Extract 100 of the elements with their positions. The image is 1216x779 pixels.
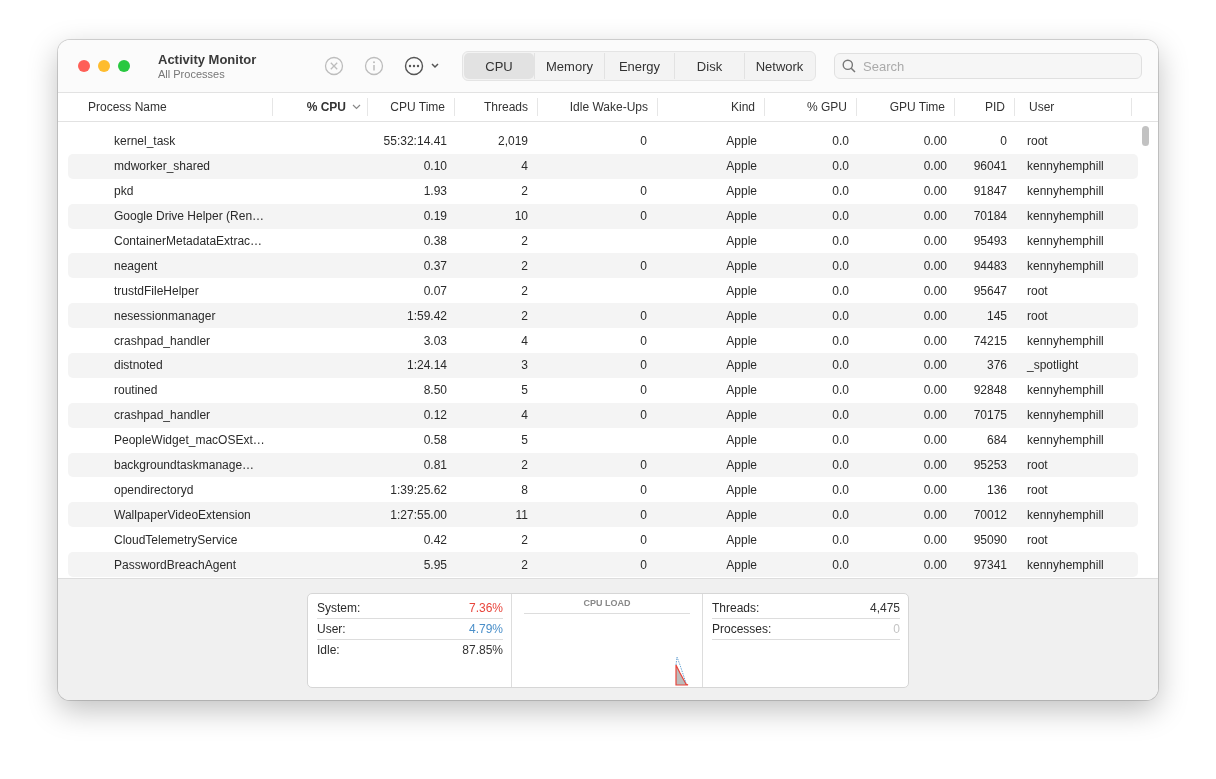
- table-cell-text: Apple: [725, 308, 758, 323]
- table-cell-text: root: [1026, 482, 1049, 497]
- column-header[interactable]: CPU Time: [368, 98, 455, 116]
- table-cell-text: routined: [113, 383, 159, 398]
- table-cell-text: Apple: [725, 482, 758, 497]
- table-cell-text: 0.10: [422, 159, 448, 174]
- table-cell-text: Apple: [725, 408, 758, 423]
- table-cell-text: kennyhemphill: [1026, 408, 1105, 423]
- table-cell-text: kennyhemphill: [1026, 383, 1105, 398]
- table-cell-text: kennyhemphill: [1026, 333, 1105, 348]
- table-cell-text: 5: [520, 383, 529, 398]
- column-header[interactable]: Threads: [455, 98, 538, 116]
- table-cell-text: 0.38: [422, 234, 448, 248]
- table-cell-text: opendirectoryd: [113, 482, 195, 497]
- table-cell-text: kennyhemphill: [1026, 234, 1105, 248]
- table-cell-text: ContainerMetadataExtrac…: [113, 234, 264, 248]
- tab[interactable]: Memory: [534, 53, 604, 79]
- column-header[interactable]: Kind: [658, 98, 765, 116]
- table-cell-text: 0.0: [831, 283, 850, 298]
- table-cell-text: root: [1026, 458, 1049, 472]
- table-cell-text: 0.00: [922, 209, 948, 224]
- table-cell-text: 0.19: [422, 209, 448, 224]
- stat-label: Idle:: [317, 643, 340, 657]
- column-header[interactable]: User: [1015, 98, 1132, 116]
- more-menu-icon[interactable]: [404, 56, 442, 76]
- table-cell-text: kennyhemphill: [1026, 258, 1105, 273]
- table-cell-text: 2: [520, 184, 529, 199]
- table-cell-text: CloudTelemetryService: [113, 532, 239, 547]
- tab[interactable]: Network: [744, 53, 814, 79]
- table-cell-text: Apple: [725, 333, 758, 348]
- table-cell-text: Apple: [725, 383, 758, 398]
- table-cell-text: 0.12: [422, 408, 448, 423]
- tab[interactable]: Disk: [674, 53, 744, 79]
- table-cell-text: 96041: [972, 159, 1008, 174]
- table-cell-text: 0.00: [922, 507, 948, 522]
- table-cell-text: 0.00: [922, 184, 948, 199]
- table-cell-text: 95090: [972, 532, 1008, 547]
- column-header[interactable]: % CPU: [273, 98, 368, 116]
- table-cell-text: 0: [639, 557, 648, 572]
- stat-value: 7.36%: [468, 601, 503, 615]
- zoom-button[interactable]: [118, 60, 130, 72]
- table-cell-text: Apple: [725, 507, 758, 522]
- table-cell-text: 0.0: [831, 209, 850, 224]
- table-cell-text: 0.0: [831, 383, 850, 398]
- sort-caret-icon: [352, 104, 361, 110]
- table-cell-text: 2: [520, 308, 529, 323]
- table-cell-text: 5: [520, 433, 529, 448]
- table-cell-text: 0.81: [422, 458, 448, 472]
- column-header[interactable]: GPU Time: [857, 98, 955, 116]
- table-cell-text: 0.00: [922, 134, 948, 149]
- table-cell-text: 1:27:55.00: [389, 507, 448, 522]
- table-cell-text: 11: [514, 507, 529, 522]
- table-cell-text: 2: [520, 557, 529, 572]
- table-cell-text: 8: [520, 482, 529, 497]
- table-cell-text: 0.00: [922, 308, 948, 323]
- table-cell-text: 0.0: [831, 184, 850, 199]
- table-cell-text: 136: [985, 482, 1008, 497]
- table-cell-text: Apple: [725, 184, 758, 199]
- column-header[interactable]: Idle Wake-Ups: [538, 98, 658, 116]
- table-cell-text: Apple: [725, 234, 758, 248]
- table-cell-text: 0.0: [831, 458, 850, 472]
- table-cell-text: 0.0: [831, 134, 850, 149]
- stat-value: 87.85%: [462, 643, 503, 657]
- tab[interactable]: CPU: [464, 53, 534, 79]
- table-cell-text: 2: [520, 234, 529, 248]
- table-cell-text: 0.00: [922, 258, 948, 273]
- stat-label: Processes:: [712, 622, 772, 636]
- table-cell-text: Apple: [725, 209, 758, 224]
- table-cell-text: 0.0: [831, 258, 850, 273]
- table-cell-text: 0.0: [831, 532, 850, 547]
- table-cell-text: 145: [985, 308, 1008, 323]
- table-cell-text: 0.00: [922, 408, 948, 423]
- table-cell-text: 684: [985, 433, 1008, 448]
- close-button[interactable]: [78, 60, 90, 72]
- table-cell-text: 0: [639, 134, 648, 149]
- table-cell-text: distnoted: [113, 358, 164, 373]
- table-cell-text: Google Drive Helper (Ren…: [113, 209, 266, 224]
- stat-value: 4,475: [869, 601, 900, 615]
- table-cell-text: root: [1026, 134, 1049, 149]
- table-cell-text: kennyhemphill: [1026, 184, 1105, 199]
- table-cell-text: 94483: [972, 258, 1008, 273]
- table-cell-text: 0.00: [922, 383, 948, 398]
- table-cell-text: 0.00: [922, 433, 948, 448]
- column-header[interactable]: PID: [955, 98, 1015, 116]
- table-cell-text: 0.0: [831, 557, 850, 572]
- table-cell-text: 2,019: [496, 134, 529, 149]
- tab[interactable]: Energy: [604, 53, 674, 79]
- column-header[interactable]: Process Name: [68, 98, 273, 116]
- table-cell-text: 3: [520, 358, 529, 373]
- chart-title: CPU LOAD: [583, 598, 631, 608]
- scrollbar-thumb[interactable]: [1142, 126, 1150, 146]
- search-field[interactable]: Search: [834, 53, 1142, 79]
- table-cell-text: 0.0: [831, 408, 850, 423]
- table-cell-text: crashpad_handler: [113, 333, 212, 348]
- table-cell-text: 0: [639, 532, 648, 547]
- column-header[interactable]: % GPU: [765, 98, 857, 116]
- table-cell-text: 0.0: [831, 333, 850, 348]
- table-cell-text: 91847: [972, 184, 1008, 199]
- minimize-button[interactable]: [98, 60, 110, 72]
- table-cell-text: 95493: [972, 234, 1008, 248]
